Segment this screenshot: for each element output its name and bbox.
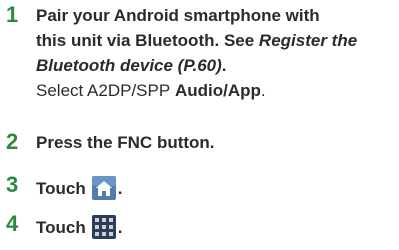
fnc-key-label: FNC	[117, 133, 153, 152]
step-3-text: Touch .	[36, 176, 122, 205]
step-2-pre: Press the	[36, 133, 118, 152]
step-1-line-1: Pair your Android smartphone with	[36, 6, 320, 25]
step-3-end: .	[117, 179, 123, 198]
step-number: 1	[6, 2, 19, 27]
step-2-post: button.	[152, 133, 215, 152]
step-number: 3	[6, 172, 19, 197]
select-option-a2dp: A2DP/SPP	[87, 81, 171, 100]
home-icon	[91, 176, 116, 205]
step-1-reference-part-1: Register the	[258, 31, 358, 50]
step-1-line-2: this unit via Bluetooth. See Register th…	[36, 31, 357, 51]
step-4-end: .	[117, 218, 123, 237]
step-1-line-2-text: this unit via Bluetooth. See	[36, 31, 259, 50]
step-1-line-3: Bluetooth device (P.60).	[36, 56, 227, 76]
app-grid-icon	[91, 215, 116, 244]
step-1-reference-part-2: Bluetooth device (P.60)	[36, 56, 222, 75]
step-2-text: Press the FNC button.	[36, 133, 215, 153]
select-prefix: Select	[36, 81, 88, 100]
step-4-text: Touch .	[36, 215, 122, 244]
step-1-select-line: Select A2DP/SPP Audio/App.	[36, 81, 266, 101]
step-number: 4	[6, 211, 19, 236]
step-4-touch-label: Touch	[36, 218, 86, 237]
select-option-audio-app: Audio/App	[174, 81, 261, 100]
step-1-reference-end: .	[221, 56, 227, 75]
step-number: 2	[6, 129, 19, 154]
step-3-touch-label: Touch	[36, 179, 86, 198]
select-end: .	[260, 81, 266, 100]
